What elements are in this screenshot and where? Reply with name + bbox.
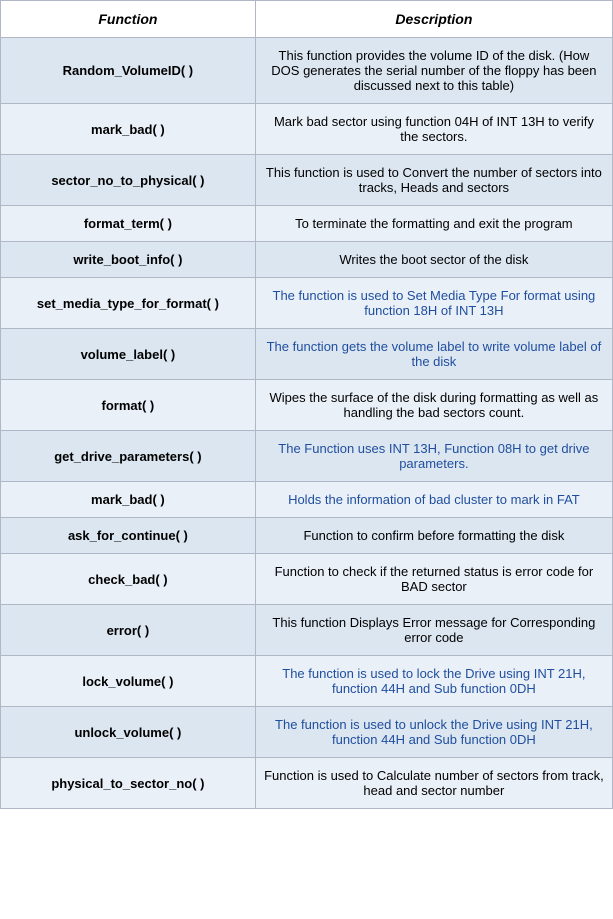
function-cell: lock_volume( ) <box>1 656 256 707</box>
description-cell: Function to confirm before formatting th… <box>255 518 612 554</box>
function-cell: unlock_volume( ) <box>1 707 256 758</box>
function-cell: ask_for_continue( ) <box>1 518 256 554</box>
function-cell: error( ) <box>1 605 256 656</box>
description-cell: The function is used to unlock the Drive… <box>255 707 612 758</box>
table-row: physical_to_sector_no( )Function is used… <box>1 758 613 809</box>
function-cell: check_bad( ) <box>1 554 256 605</box>
description-cell: To terminate the formatting and exit the… <box>255 206 612 242</box>
description-cell: Writes the boot sector of the disk <box>255 242 612 278</box>
description-cell: Function to check if the returned status… <box>255 554 612 605</box>
table-row: format( )Wipes the surface of the disk d… <box>1 380 613 431</box>
description-cell: Holds the information of bad cluster to … <box>255 482 612 518</box>
function-cell: volume_label( ) <box>1 329 256 380</box>
description-cell: Wipes the surface of the disk during for… <box>255 380 612 431</box>
table-row: set_media_type_for_format( )The function… <box>1 278 613 329</box>
table-row: ask_for_continue( )Function to confirm b… <box>1 518 613 554</box>
description-cell: This function provides the volume ID of … <box>255 38 612 104</box>
description-header: Description <box>255 1 612 38</box>
description-cell: The function is used to lock the Drive u… <box>255 656 612 707</box>
description-cell: Function is used to Calculate number of … <box>255 758 612 809</box>
function-cell: mark_bad( ) <box>1 482 256 518</box>
table-row: check_bad( )Function to check if the ret… <box>1 554 613 605</box>
table-row: unlock_volume( )The function is used to … <box>1 707 613 758</box>
description-cell: The function is used to Set Media Type F… <box>255 278 612 329</box>
function-cell: write_boot_info( ) <box>1 242 256 278</box>
function-cell: format( ) <box>1 380 256 431</box>
description-cell: The function gets the volume label to wr… <box>255 329 612 380</box>
description-cell: The Function uses INT 13H, Function 08H … <box>255 431 612 482</box>
function-header: Function <box>1 1 256 38</box>
function-cell: Random_VolumeID( ) <box>1 38 256 104</box>
function-cell: physical_to_sector_no( ) <box>1 758 256 809</box>
table-row: format_term( )To terminate the formattin… <box>1 206 613 242</box>
table-row: get_drive_parameters( )The Function uses… <box>1 431 613 482</box>
table-row: Random_VolumeID( )This function provides… <box>1 38 613 104</box>
function-cell: get_drive_parameters( ) <box>1 431 256 482</box>
description-cell: Mark bad sector using function 04H of IN… <box>255 104 612 155</box>
description-cell: This function Displays Error message for… <box>255 605 612 656</box>
table-row: sector_no_to_physical( )This function is… <box>1 155 613 206</box>
function-cell: mark_bad( ) <box>1 104 256 155</box>
table-row: mark_bad( )Mark bad sector using functio… <box>1 104 613 155</box>
function-cell: sector_no_to_physical( ) <box>1 155 256 206</box>
main-table: Function Description Random_VolumeID( )T… <box>0 0 613 809</box>
function-cell: format_term( ) <box>1 206 256 242</box>
table-row: volume_label( )The function gets the vol… <box>1 329 613 380</box>
function-cell: set_media_type_for_format( ) <box>1 278 256 329</box>
description-cell: This function is used to Convert the num… <box>255 155 612 206</box>
table-row: write_boot_info( )Writes the boot sector… <box>1 242 613 278</box>
table-row: error( )This function Displays Error mes… <box>1 605 613 656</box>
table-row: mark_bad( )Holds the information of bad … <box>1 482 613 518</box>
table-row: lock_volume( )The function is used to lo… <box>1 656 613 707</box>
